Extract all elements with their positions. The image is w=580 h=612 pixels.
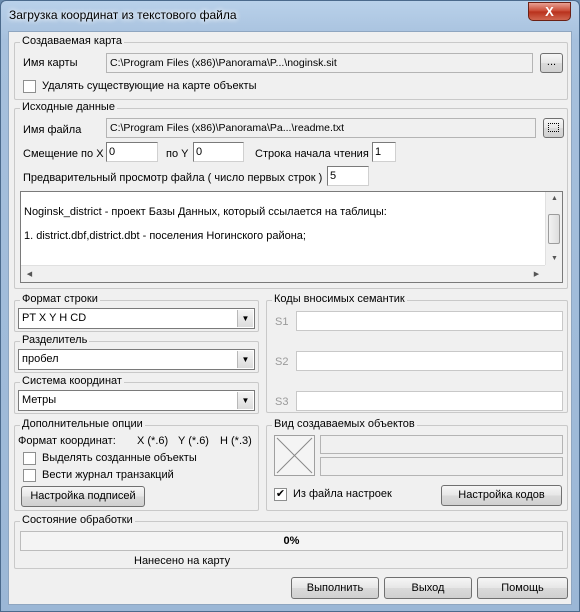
journal-label: Вести журнал транзакций	[42, 469, 174, 481]
from-settings-checkbox[interactable]: ✔	[274, 488, 287, 501]
separator-value: пробел	[22, 353, 59, 365]
coord-format-x: X (*.6)	[137, 435, 169, 447]
file-name-label: Имя файла	[23, 124, 82, 136]
extra-options-group: Дополнительные опции Формат координат: X…	[14, 418, 259, 511]
map-name-label: Имя карты	[23, 57, 78, 69]
map-group-title: Создаваемая карта	[20, 35, 125, 47]
separator-title: Разделитель	[20, 334, 90, 346]
codes-settings-button[interactable]: Настройка кодов	[441, 485, 562, 506]
progress-bar: 0%	[20, 531, 563, 551]
row-format-title: Формат строки	[20, 293, 100, 305]
status-group: Состояние обработки 0% Нанесено на карту	[14, 514, 568, 569]
chevron-down-icon[interactable]: ▼	[237, 392, 253, 409]
map-browse-button[interactable]: ...	[540, 53, 563, 73]
object-preview-box	[274, 435, 315, 476]
coord-system-value: Метры	[22, 394, 57, 406]
select-created-label: Выделять созданные объекты	[42, 452, 197, 464]
scroll-thumb[interactable]	[548, 214, 560, 244]
s2-input[interactable]	[296, 351, 563, 371]
offset-y-label: по Y	[166, 148, 189, 160]
coord-system-group: Система координат Метры ▼	[14, 375, 259, 414]
start-row-label: Строка начала чтения	[255, 148, 369, 160]
scroll-down-icon[interactable]: ▼	[546, 255, 563, 262]
preview-line-1: Noginsk_district - проект Базы Данных, к…	[24, 206, 387, 218]
browse-icon	[548, 123, 559, 132]
row-format-group: Формат строки PT X Y H CD ▼	[14, 293, 259, 332]
window-title: Загрузка координат из текстового файла	[9, 8, 237, 22]
scroll-right-icon[interactable]: ▶	[528, 270, 545, 278]
coord-format-label: Формат координат:	[18, 435, 116, 447]
object-view-group: Вид создаваемых объектов ✔ Из файла наст…	[266, 418, 568, 511]
s3-input[interactable]	[296, 391, 563, 411]
coord-system-title: Система координат	[20, 375, 124, 387]
row-format-select[interactable]: PT X Y H CD ▼	[18, 308, 255, 329]
delete-existing-label: Удалять существующие на карте объекты	[42, 80, 257, 92]
semantics-title: Коды вносимых семантик	[272, 293, 407, 305]
labels-settings-button[interactable]: Настройка подписей	[21, 486, 145, 507]
exit-button[interactable]: Выход	[384, 577, 472, 599]
coord-format-h: H (*.3)	[220, 435, 252, 447]
object-code-field	[320, 435, 563, 454]
s3-label: S3	[275, 396, 289, 408]
scroll-left-icon[interactable]: ◀	[21, 270, 38, 278]
source-group-title: Исходные данные	[20, 101, 117, 113]
title-bar[interactable]: Загрузка координат из текстового файла X	[1, 1, 579, 31]
semantics-group: Коды вносимых семантик S1 S2 S3	[266, 293, 568, 413]
preview-count-input[interactable]: 5	[327, 166, 369, 186]
row-format-value: PT X Y H CD	[22, 312, 87, 324]
select-created-checkbox[interactable]	[23, 452, 36, 465]
chevron-down-icon[interactable]: ▼	[237, 310, 253, 327]
s1-input[interactable]	[296, 311, 563, 331]
empty-object-icon	[276, 437, 313, 474]
source-group: Исходные данные Имя файла C:\Program Fil…	[14, 101, 568, 289]
s1-label: S1	[275, 316, 289, 328]
offset-x-label: Смещение по X	[23, 148, 104, 160]
object-view-title: Вид создаваемых объектов	[272, 418, 417, 430]
map-name-field: C:\Program Files (x86)\Panorama\P...\nog…	[106, 53, 533, 73]
object-name-field	[320, 457, 563, 476]
status-text: Нанесено на карту	[134, 555, 231, 567]
s2-label: S2	[275, 356, 289, 368]
preview-horizontal-scrollbar[interactable]: ◀ ▶	[21, 265, 545, 282]
scroll-up-icon[interactable]: ▲	[546, 195, 563, 202]
coord-format-y: Y (*.6)	[178, 435, 209, 447]
separator-group: Разделитель пробел ▼	[14, 334, 259, 373]
dialog-window: Загрузка координат из текстового файла X…	[0, 0, 580, 612]
separator-select[interactable]: пробел ▼	[18, 349, 255, 370]
file-preview-textarea[interactable]: Noginsk_district - проект Базы Данных, к…	[20, 191, 563, 283]
scroll-corner	[545, 265, 562, 282]
from-settings-label: Из файла настроек	[293, 488, 392, 500]
dialog-client-area: Создаваемая карта Имя карты C:\Program F…	[8, 31, 572, 605]
file-browse-button[interactable]	[543, 118, 564, 138]
preview-vertical-scrollbar[interactable]: ▲ ▼	[545, 192, 562, 265]
extra-options-title: Дополнительные опции	[20, 418, 145, 430]
close-button[interactable]: X	[528, 2, 571, 21]
start-row-input[interactable]: 1	[372, 142, 396, 162]
offset-x-input[interactable]: 0	[106, 142, 158, 162]
map-group: Создаваемая карта Имя карты C:\Program F…	[14, 35, 568, 100]
preview-line-2: 1. district.dbf,district.dbt - поселения…	[24, 230, 306, 242]
run-button[interactable]: Выполнить	[291, 577, 379, 599]
coord-system-select[interactable]: Метры ▼	[18, 390, 255, 411]
offset-y-input[interactable]: 0	[193, 142, 244, 162]
help-button[interactable]: Помощь	[477, 577, 568, 599]
file-name-field: C:\Program Files (x86)\Panorama\Pa...\re…	[106, 118, 536, 138]
journal-checkbox[interactable]	[23, 469, 36, 482]
preview-count-label: Предварительный просмотр файла ( число п…	[23, 172, 323, 184]
chevron-down-icon[interactable]: ▼	[237, 351, 253, 368]
delete-existing-checkbox[interactable]	[23, 80, 36, 93]
status-title: Состояние обработки	[20, 514, 135, 526]
